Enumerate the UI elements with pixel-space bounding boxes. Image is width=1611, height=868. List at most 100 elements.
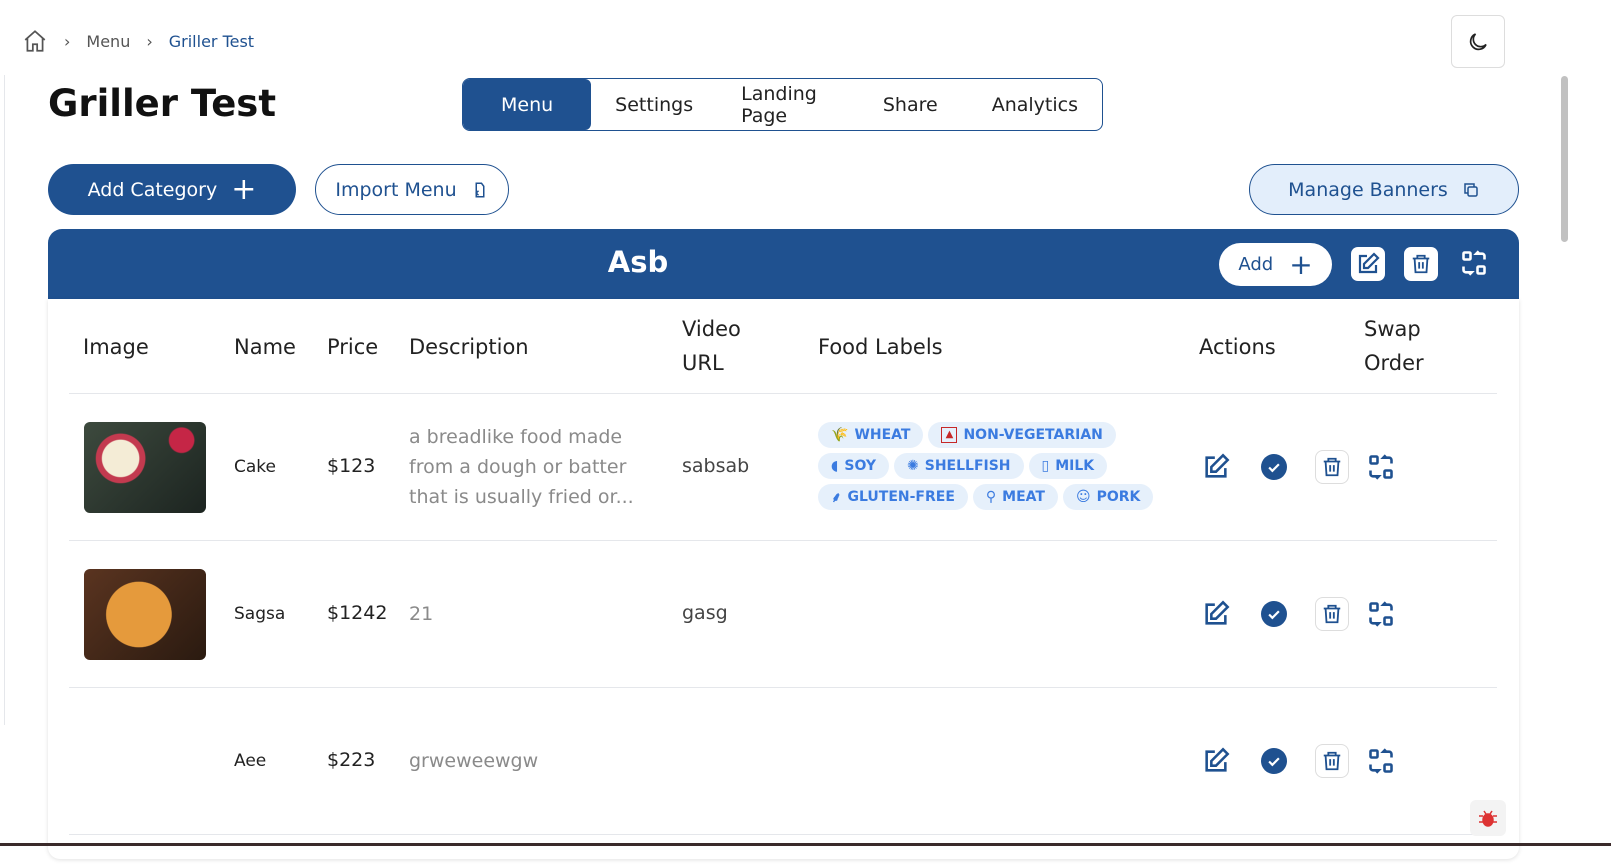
header-swap-line1: Swap	[1364, 317, 1421, 341]
breadcrumb-menu[interactable]: Menu	[86, 32, 130, 51]
breadcrumb-current: Griller Test	[168, 31, 255, 51]
plus-icon: +	[231, 171, 257, 207]
swap-icon	[1462, 250, 1486, 276]
moon-icon	[1469, 32, 1487, 50]
add-category-button[interactable]: Add Category +	[48, 164, 296, 215]
meat-icon: ⚲	[985, 489, 997, 505]
soy-icon: ◖	[831, 458, 839, 474]
divider	[69, 393, 1497, 394]
swap-order-button[interactable]	[1367, 747, 1395, 779]
item-name: Cake	[234, 457, 276, 477]
header-food-labels: Food Labels	[818, 335, 943, 359]
delete-category-button[interactable]	[1404, 247, 1438, 281]
trash-icon	[1323, 751, 1341, 771]
home-icon[interactable]	[22, 28, 48, 54]
label-text: WHEAT	[854, 427, 911, 443]
food-labels: 🌾 WHEAT ▲ NON-VEGETARIAN ◖ SOY ✺ SHELLFISH ▯…	[818, 422, 1178, 510]
chevron-right-icon: ›	[64, 31, 71, 51]
label-wheat: 🌾 WHEAT	[818, 422, 924, 448]
tab-landing-page[interactable]: Landing Page	[717, 79, 847, 130]
tab-menu[interactable]: Menu	[463, 79, 592, 130]
tab-bar: Menu Settings Landing Page Share Analyti…	[462, 78, 1103, 131]
edit-item-button[interactable]	[1202, 747, 1230, 779]
label-text: GLUTEN-FREE	[847, 489, 955, 505]
label-non-vegetarian: ▲ NON-VEGETARIAN	[928, 422, 1116, 448]
availability-toggle[interactable]	[1261, 601, 1287, 631]
add-category-label: Add Category	[87, 178, 218, 201]
swap-order-button[interactable]	[1367, 453, 1395, 485]
label-text: PORK	[1096, 489, 1141, 505]
manage-banners-button[interactable]: Manage Banners	[1249, 164, 1519, 215]
add-item-button[interactable]: Add +	[1219, 243, 1332, 286]
trash-icon	[1323, 604, 1341, 624]
item-description: 21	[409, 603, 434, 625]
check-circle-icon	[1261, 748, 1287, 774]
item-video-url: sabsab	[682, 455, 750, 477]
items-table	[48, 299, 1519, 859]
swap-order-button[interactable]	[1367, 600, 1395, 632]
edit-item-button[interactable]	[1202, 453, 1230, 485]
header-price: Price	[327, 335, 379, 359]
breadcrumb: › Menu › Griller Test	[22, 28, 254, 54]
label-gluten-free: ⸙ GLUTEN-FREE	[818, 484, 968, 510]
label-meat: ⚲ MEAT	[972, 484, 1058, 510]
delete-item-button[interactable]	[1315, 744, 1349, 778]
item-name: Aee	[234, 751, 267, 771]
chevron-right-icon: ›	[146, 31, 153, 51]
manage-banners-label: Manage Banners	[1288, 178, 1448, 201]
edit-item-button[interactable]	[1202, 600, 1230, 632]
item-description: grweweewgw	[409, 750, 539, 772]
header-actions: Actions	[1199, 335, 1276, 359]
add-item-label: Add	[1238, 254, 1274, 275]
non-veg-icon: ▲	[941, 427, 958, 443]
trash-icon	[1323, 457, 1341, 477]
delete-item-button[interactable]	[1315, 450, 1349, 484]
trash-icon	[1412, 254, 1430, 274]
header-video-line1: Video	[682, 317, 741, 341]
item-image	[84, 569, 206, 660]
delete-item-button[interactable]	[1315, 597, 1349, 631]
label-soy: ◖ SOY	[818, 453, 890, 479]
header-video-line2: URL	[682, 351, 724, 375]
gluten-free-icon: ⸙	[831, 489, 842, 506]
check-circle-icon	[1261, 601, 1287, 627]
wheat-icon: 🌾	[831, 427, 849, 443]
edit-category-button[interactable]	[1351, 247, 1385, 281]
item-price: $223	[327, 749, 376, 771]
swap-icon	[1369, 748, 1393, 774]
tab-settings[interactable]: Settings	[591, 79, 717, 130]
item-price: $123	[327, 455, 376, 477]
item-image	[84, 422, 206, 513]
item-price: $1242	[327, 602, 388, 624]
divider	[69, 834, 1497, 835]
scrollbar[interactable]	[1561, 76, 1568, 242]
header-video-url: Video URL	[682, 312, 741, 380]
availability-toggle[interactable]	[1261, 454, 1287, 484]
label-milk: ▯ MILK	[1028, 453, 1108, 479]
crab-icon: ✺	[907, 458, 919, 474]
swap-icon	[1369, 601, 1393, 627]
tab-share[interactable]: Share	[847, 79, 974, 130]
item-name: Sagsa	[234, 604, 286, 624]
page-title: Griller Test	[48, 82, 277, 125]
category-title: Asb	[607, 245, 669, 279]
item-description: a breadlike food made from a dough or ba…	[409, 426, 634, 508]
file-import-icon	[474, 182, 485, 197]
label-text: SOY	[844, 458, 877, 474]
plus-icon: +	[1289, 247, 1313, 281]
label-pork: ☺ PORK	[1062, 484, 1154, 510]
theme-toggle-button[interactable]	[1451, 15, 1505, 68]
check-circle-icon	[1261, 454, 1287, 480]
tab-analytics[interactable]: Analytics	[974, 79, 1102, 130]
availability-toggle[interactable]	[1261, 748, 1287, 778]
label-text: NON-VEGETARIAN	[963, 427, 1103, 443]
bug-icon	[1479, 810, 1497, 827]
swap-category-button[interactable]	[1460, 249, 1488, 281]
debug-button[interactable]	[1470, 800, 1506, 836]
import-menu-button[interactable]: Import Menu	[315, 164, 509, 215]
divider	[69, 540, 1497, 541]
header-image: Image	[83, 335, 149, 359]
divider	[4, 75, 5, 725]
label-text: MEAT	[1002, 489, 1045, 505]
divider	[0, 843, 1611, 846]
